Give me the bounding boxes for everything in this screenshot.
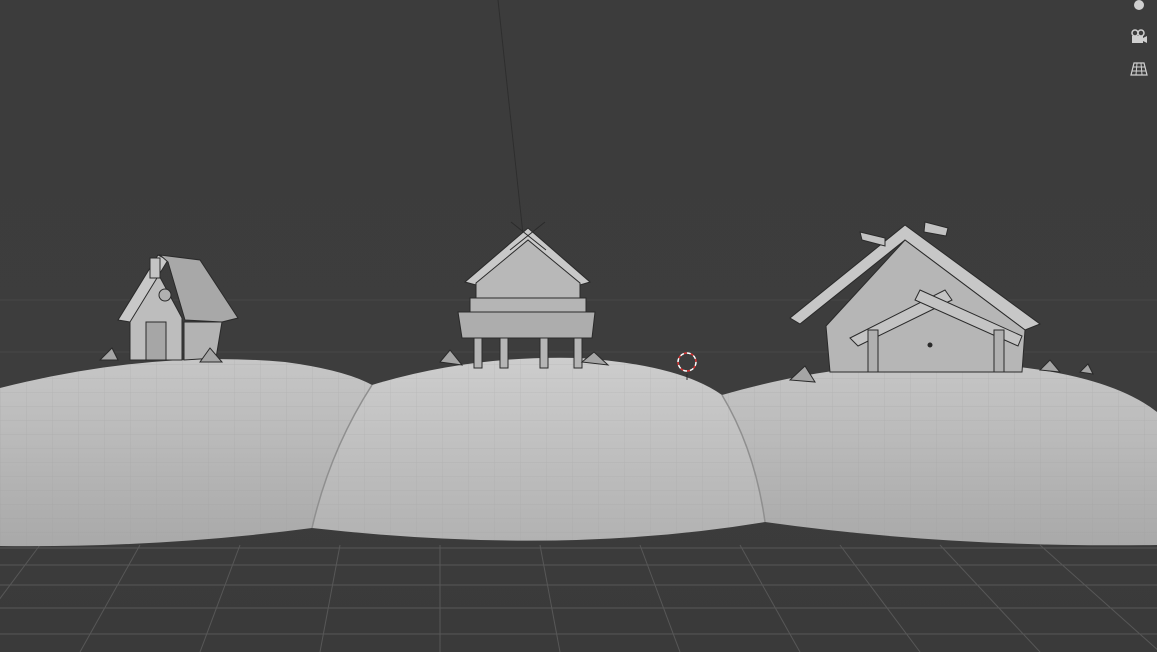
floor-grid xyxy=(0,544,1157,652)
grid-toggle-icon[interactable] xyxy=(1128,58,1150,80)
camera-icon[interactable] xyxy=(1128,26,1150,48)
house-center xyxy=(439,221,610,369)
hill-right xyxy=(722,363,1157,546)
house-left xyxy=(98,254,239,363)
light-icon[interactable] xyxy=(1128,0,1150,16)
scene-canvas[interactable] xyxy=(0,0,1157,652)
viewport-gizmo-bar xyxy=(1127,0,1151,80)
hill-center xyxy=(311,357,766,541)
viewport[interactable] xyxy=(0,0,1157,652)
house-right xyxy=(788,221,1094,383)
